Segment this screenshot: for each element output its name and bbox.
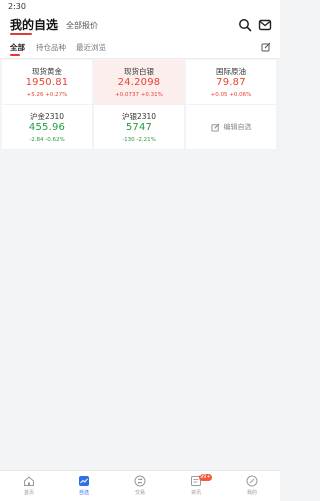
quote-price: 24.2098 [117, 77, 161, 88]
edit-watchlist-button[interactable]: 编辑自选 [186, 105, 277, 150]
message-icon[interactable] [258, 18, 272, 32]
title-underline [10, 33, 32, 35]
quote-card-sh-silver[interactable]: 沪银2310 5747 -130 -2.21% [94, 105, 185, 150]
quote-change: +0.05 +0.06% [210, 92, 252, 98]
home-icon [24, 476, 34, 486]
quote-name: 国际原油 [216, 67, 246, 76]
nav-watchlist[interactable]: 自选 [64, 473, 104, 496]
header: 我的自选 全部报价 [0, 14, 280, 36]
status-bar: 2:30 [0, 0, 280, 14]
quote-price: 455.96 [28, 122, 66, 133]
tab-holdings[interactable]: 持仓品种 [36, 42, 66, 53]
nav-home[interactable]: 首页 [9, 473, 49, 496]
nav-label: 我的 [246, 490, 257, 496]
watchlist-icon [79, 476, 89, 486]
quote-change: +5.26 +0.27% [26, 92, 68, 98]
all-quotes-tab[interactable]: 全部报价 [66, 20, 98, 31]
quote-card-spot-silver[interactable]: 现货白银 24.2098 +0.0737 +0.31% [94, 60, 185, 105]
quote-price: 79.87 [216, 77, 246, 88]
nav-label: 自选 [78, 490, 89, 496]
status-time: 2:30 [8, 2, 26, 11]
edit-icon [210, 123, 219, 132]
quote-change: -130 -2.21% [122, 137, 156, 143]
page-title[interactable]: 我的自选 [10, 16, 58, 33]
search-icon[interactable] [238, 18, 252, 32]
quote-card-crude-oil[interactable]: 国际原油 79.87 +0.05 +0.06% [186, 60, 277, 105]
edit-list-icon[interactable] [261, 42, 271, 52]
quote-name: 沪金2310 [29, 112, 65, 121]
tab-recent[interactable]: 最近浏览 [76, 42, 106, 53]
nav-label: 首页 [23, 490, 34, 496]
nav-label: 资讯 [190, 490, 201, 496]
bottom-nav: 首页 自选 交易 99+ 资讯 我的 [0, 470, 280, 501]
quote-price: 5747 [125, 122, 153, 133]
filter-tabs: 全部 持仓品种 最近浏览 [0, 36, 280, 59]
quote-card-sh-gold[interactable]: 沪金2310 455.96 -2.84 -0.62% [2, 105, 93, 150]
quote-change: +0.0737 +0.31% [115, 92, 163, 98]
quote-name: 现货黄金 [32, 67, 62, 76]
tab-all[interactable]: 全部 [10, 42, 25, 53]
nav-profile[interactable]: 我的 [232, 473, 272, 496]
quote-name: 沪银2310 [121, 112, 157, 121]
quote-change: -2.84 -0.62% [29, 137, 65, 143]
quote-name: 现货白银 [124, 67, 154, 76]
quote-card-spot-gold[interactable]: 现货黄金 1950.81 +5.26 +0.27% [2, 60, 93, 105]
news-badge: 99+ [199, 474, 212, 481]
nav-news[interactable]: 99+ 资讯 [176, 473, 216, 496]
nav-trade[interactable]: 交易 [120, 473, 160, 496]
tab-underline [10, 54, 20, 56]
profile-icon [246, 475, 258, 487]
quote-price: 1950.81 [25, 77, 69, 88]
trade-icon [134, 475, 146, 487]
edit-watchlist-label: 编辑自选 [223, 123, 252, 131]
nav-label: 交易 [134, 490, 145, 496]
